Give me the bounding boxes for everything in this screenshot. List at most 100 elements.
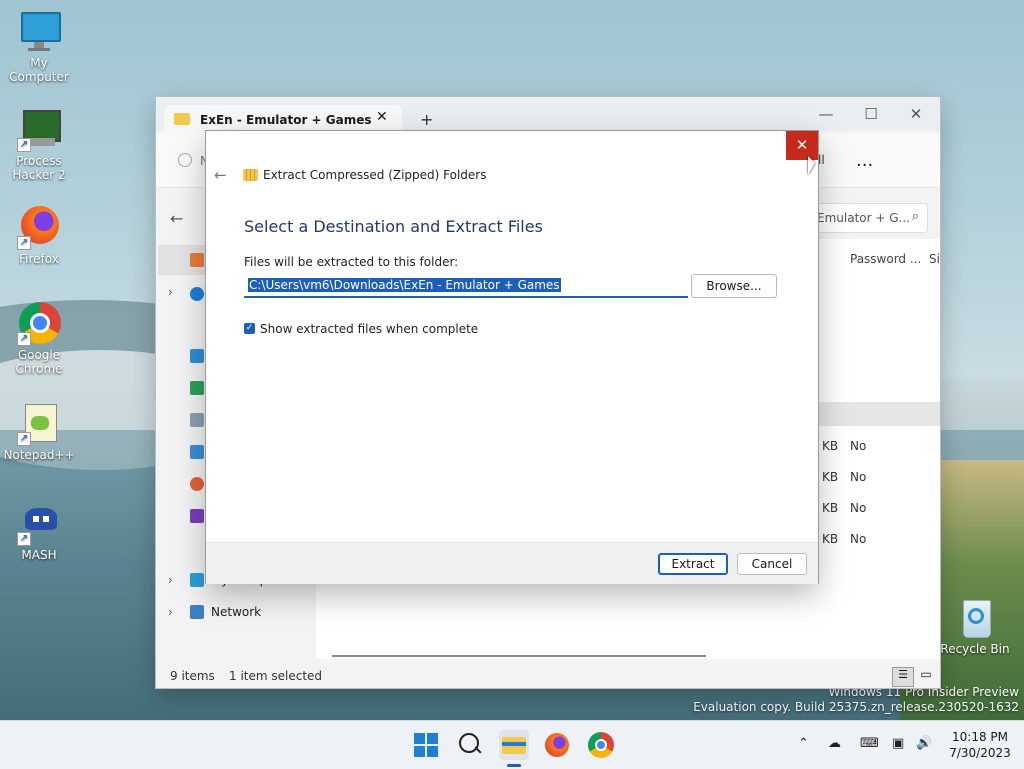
desktop-icon-recycle-bin[interactable]: Recycle Bin (937, 596, 1013, 656)
desktop-icon-chrome[interactable]: ↗ Google Chrome (1, 302, 77, 376)
desktop-icon-label: Process Hacker 2 (12, 154, 66, 182)
desktop-icon-process-hacker[interactable]: ↗ Process Hacker 2 (1, 108, 77, 182)
file-explorer-icon[interactable] (499, 730, 529, 760)
status-item-count: 9 items (170, 669, 215, 683)
row-password: No (850, 439, 867, 453)
clock[interactable]: 10:18 PM 7/30/2023 (948, 729, 1012, 761)
network-status-icon[interactable]: ▣ (892, 736, 904, 751)
desktop-icon-label: My Computer (9, 56, 69, 84)
mouse-cursor-icon (808, 156, 815, 175)
command-partial-label[interactable]: ll (818, 153, 825, 167)
horizontal-scrollbar[interactable] (332, 655, 706, 657)
volume-icon[interactable]: 🔊 (916, 736, 932, 751)
home-icon (190, 253, 204, 267)
my-computer-nav-icon (190, 573, 204, 587)
new-tab-button[interactable]: + (420, 110, 433, 129)
keyboard-icon[interactable]: ⌨ (860, 736, 879, 751)
status-bar: 9 items 1 item selected (156, 665, 940, 688)
notepadpp-icon: ↗ (17, 402, 61, 446)
chevron-right-icon[interactable]: › (168, 285, 173, 299)
search-box-text: Emulator + G... (817, 211, 910, 225)
extract-dialog: ✕ ← Extract Compressed (Zipped) Folders … (206, 131, 818, 584)
videos-icon[interactable] (190, 509, 204, 523)
row-password: No (850, 501, 867, 515)
chrome-icon[interactable] (586, 730, 616, 760)
dialog-title: Extract Compressed (Zipped) Folders (263, 168, 487, 182)
desktop-icon-my-computer[interactable]: My Computer (1, 10, 77, 84)
shortcut-arrow-icon: ↗ (17, 138, 31, 152)
show-files-checkbox[interactable]: ✓ (244, 323, 255, 334)
row-size: KB (822, 470, 839, 484)
desktop-icon-label: Google Chrome (15, 348, 63, 376)
active-app-indicator (507, 764, 521, 767)
desktop-icon-mash[interactable]: ↗ MASH (1, 502, 77, 562)
row-password: No (850, 470, 867, 484)
desktop-icon-label: Notepad++ (3, 448, 75, 462)
row-password: No (850, 532, 867, 546)
chevron-up-icon[interactable]: ⌃ (798, 736, 809, 751)
evaluation-watermark: Windows 11 Pro Insider Preview Evaluatio… (693, 685, 1019, 715)
shortcut-arrow-icon: ↗ (17, 432, 31, 446)
clock-date: 7/30/2023 (949, 746, 1011, 760)
desktop-icon-label: Firefox (19, 252, 59, 266)
more-options-button[interactable]: ··· (856, 155, 873, 176)
show-files-label[interactable]: Show extracted files when complete (260, 322, 478, 336)
explorer-tab-title: ExEn - Emulator + Games (200, 113, 372, 127)
music-icon[interactable] (190, 477, 204, 491)
search-icon[interactable] (456, 730, 486, 760)
shortcut-arrow-icon: ↗ (17, 532, 31, 546)
row-size: KB (822, 501, 839, 515)
taskbar: ⌃ ☁ ⌨ ▣ 🔊 10:18 PM 7/30/2023 (0, 720, 1024, 769)
nav-item-network[interactable]: Network (211, 605, 261, 619)
network-icon (190, 605, 204, 619)
chrome-icon: ↗ (17, 302, 61, 346)
documents-icon[interactable] (190, 413, 204, 427)
start-icon[interactable] (412, 730, 442, 760)
desktop-icon-notepadpp[interactable]: ↗ Notepad++ (1, 402, 77, 462)
firefox-icon[interactable] (542, 730, 572, 760)
explorer-tab[interactable]: ExEn - Emulator + Games ✕ (164, 105, 402, 133)
chevron-right-icon[interactable]: › (168, 605, 173, 619)
zip-folder-icon (243, 169, 258, 181)
folder-icon (174, 113, 190, 125)
cancel-button[interactable]: Cancel (737, 553, 807, 575)
dialog-footer: Extract Cancel (206, 542, 818, 584)
chevron-right-icon[interactable]: › (168, 573, 173, 587)
recycle-bin-icon (953, 596, 997, 640)
pictures-icon[interactable] (190, 445, 204, 459)
details-view-icon[interactable]: ☰ (892, 667, 914, 687)
process-hacker-icon: ↗ (17, 108, 61, 152)
column-header-password[interactable]: Password ... (850, 252, 921, 266)
status-selection: 1 item selected (229, 669, 323, 683)
destination-label: Files will be extracted to this folder: (244, 255, 459, 269)
downloads-icon[interactable] (190, 381, 204, 395)
destination-path-text: C:\Users\vm6\Downloads\ExEn - Emulator +… (248, 278, 561, 292)
shortcut-arrow-icon: ↗ (17, 236, 31, 250)
maximize-button[interactable]: ☐ (851, 102, 891, 126)
minimize-button[interactable]: — (806, 102, 846, 126)
watermark-line-2: Evaluation copy. Build 25375.zn_release.… (693, 700, 1019, 714)
extract-button[interactable]: Extract (658, 553, 728, 575)
destination-path-input[interactable]: C:\Users\vm6\Downloads\ExEn - Emulator +… (244, 275, 688, 298)
back-arrow-icon[interactable]: ← (214, 166, 227, 184)
monitor-icon (17, 10, 61, 54)
desktop-icon-label: MASH (21, 548, 57, 562)
desktop-icon-firefox[interactable]: ↗ Firefox (1, 206, 77, 266)
cloud-offline-icon[interactable]: ☁ (828, 736, 841, 751)
back-arrow-icon[interactable]: ← (170, 209, 183, 228)
browse-button[interactable]: Browse... (691, 274, 777, 298)
search-box[interactable]: Emulator + G... ⌕ (808, 203, 928, 233)
row-size: KB (822, 439, 839, 453)
column-header-size[interactable]: Si (929, 252, 940, 266)
desktop-folder-icon[interactable] (190, 349, 204, 363)
firefox-icon: ↗ (17, 206, 61, 250)
mash-icon: ↗ (17, 502, 61, 546)
tiles-view-icon[interactable]: ▭ (916, 667, 936, 685)
tab-close-icon[interactable]: ✕ (376, 109, 388, 125)
desktop-icon-label: Recycle Bin (940, 642, 1010, 656)
shortcut-arrow-icon: ↗ (17, 332, 31, 346)
row-size: KB (822, 532, 839, 546)
onedrive-icon (190, 287, 204, 301)
new-item-icon[interactable] (178, 153, 192, 167)
window-close-button[interactable]: ✕ (896, 102, 936, 126)
